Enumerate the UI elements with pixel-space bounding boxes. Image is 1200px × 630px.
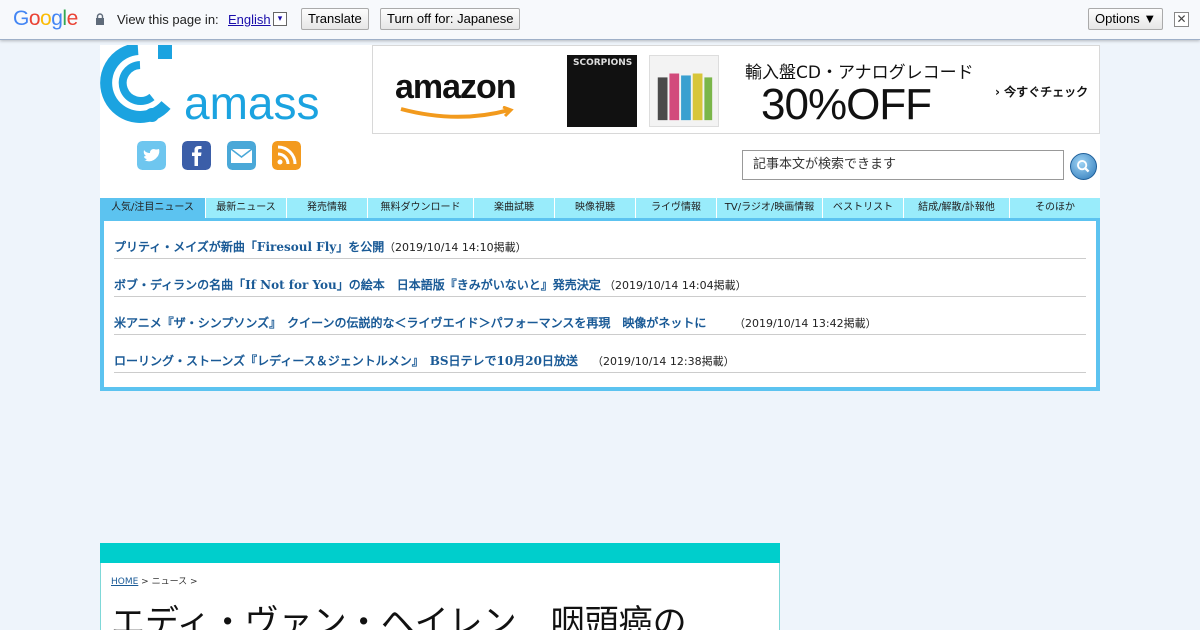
article-body: HOME > ニュース > エディ・ヴァン・ヘイレン 咽頭癌の — [100, 563, 780, 630]
tab-popular-news[interactable]: 人気/注目ニュース — [100, 198, 206, 218]
tab-free-download[interactable]: 無料ダウンロード — [368, 198, 474, 218]
tab-live-info[interactable]: ライヴ情報 — [636, 198, 717, 218]
list-item: ボブ・ディランの名曲「If Not for You」の絵本 日本語版『きみがいな… — [114, 259, 1086, 297]
translate-button[interactable]: Translate — [301, 8, 369, 30]
breadcrumb-rest: > ニュース > — [138, 577, 198, 587]
site-logo[interactable]: amass — [100, 45, 330, 127]
view-page-label: View this page in: — [117, 12, 219, 27]
rss-icon[interactable] — [272, 141, 301, 170]
ad-cta-label: 今すぐチェック — [1004, 85, 1089, 99]
list-item: 米アニメ『ザ・シンプソンズ』 クイーンの伝説的な＜ライヴエイド＞パフォーマンスを… — [114, 297, 1086, 335]
tab-latest-news[interactable]: 最新ニュース — [206, 198, 287, 218]
search-icon[interactable] — [1070, 153, 1097, 180]
news-title-link[interactable]: プリティ・メイズが新曲「Firesoul Fly」を公開 — [114, 238, 384, 255]
news-date: （2019/10/14 12:38掲載） — [592, 355, 735, 368]
category-nav: 人気/注目ニュース 最新ニュース 発売情報 無料ダウンロード 楽曲試聴 映像視聴… — [100, 198, 1100, 218]
google-logo: Google — [13, 7, 78, 30]
language-dropdown-icon[interactable]: ▾ — [273, 12, 287, 26]
album-cover-band — [649, 55, 719, 127]
article-header-bar — [100, 543, 780, 563]
list-item: プリティ・メイズが新曲「Firesoul Fly」を公開 （2019/10/14… — [114, 221, 1086, 259]
tab-video[interactable]: 映像視聴 — [555, 198, 636, 218]
twitter-icon[interactable] — [137, 141, 166, 170]
chevron-right-icon: › — [995, 85, 1000, 99]
list-item: ローリング・ストーンズ『レディース＆ジェントルメン』 BS日テレで10月20日放… — [114, 335, 1086, 373]
news-date: （2019/10/14 14:10掲載） — [384, 241, 527, 254]
ad-cta-link[interactable]: › 今すぐチェック — [995, 83, 1088, 100]
tab-releases[interactable]: 発売情報 — [287, 198, 368, 218]
album-cover-label: SCORPIONS — [573, 58, 633, 68]
facebook-icon[interactable] — [182, 141, 211, 170]
turn-off-button[interactable]: Turn off for: Japanese — [380, 8, 521, 30]
amazon-smile-icon — [400, 106, 514, 119]
amazon-logo: amazon — [395, 68, 517, 106]
article-title: エディ・ヴァン・ヘイレン 咽頭癌の — [111, 603, 687, 630]
tab-best-list[interactable]: ベストリスト — [823, 198, 904, 218]
news-date: （2019/10/14 13:42掲載） — [734, 317, 877, 330]
lock-icon — [96, 13, 104, 25]
news-date: （2019/10/14 14:04掲載） — [604, 279, 747, 292]
translate-bar: Google View this page in: English ▾ Tran… — [0, 0, 1200, 40]
news-list: プリティ・メイズが新曲「Firesoul Fly」を公開 （2019/10/14… — [100, 218, 1100, 391]
tab-tv-radio-movie[interactable]: TV/ラジオ/映画情報 — [717, 198, 823, 218]
tab-song-preview[interactable]: 楽曲試聴 — [474, 198, 555, 218]
news-title-link[interactable]: ローリング・ストーンズ『レディース＆ジェントルメン』 BS日テレで10月20日放… — [114, 352, 578, 369]
amazon-ad-banner[interactable]: amazon SCORPIONS 輸入盤CD・アナログレコード 30%OFF ›… — [372, 45, 1100, 134]
site-header: amass amazon SCORPIONS 輸入盤CD・アナログレコード 30… — [100, 45, 1100, 198]
tab-formation-breakup[interactable]: 結成/解散/訃報他 — [904, 198, 1010, 218]
options-button[interactable]: Options ▼ — [1088, 8, 1164, 30]
news-title-link[interactable]: 米アニメ『ザ・シンプソンズ』 クイーンの伝説的な＜ライヴエイド＞パフォーマンスを… — [114, 314, 706, 331]
breadcrumb: HOME > ニュース > — [111, 574, 198, 587]
language-link[interactable]: English — [228, 12, 271, 27]
breadcrumb-home-link[interactable]: HOME — [111, 577, 138, 587]
ad-discount: 30%OFF — [761, 80, 932, 129]
mail-icon[interactable] — [227, 141, 256, 170]
tab-others[interactable]: そのほか — [1010, 198, 1100, 218]
search-input[interactable]: 記事本文が検索できます — [742, 150, 1064, 180]
close-icon[interactable]: ✕ — [1174, 12, 1189, 27]
news-title-link[interactable]: ボブ・ディランの名曲「If Not for You」の絵本 日本語版『きみがいな… — [114, 276, 601, 293]
logo-text: amass — [184, 77, 319, 127]
